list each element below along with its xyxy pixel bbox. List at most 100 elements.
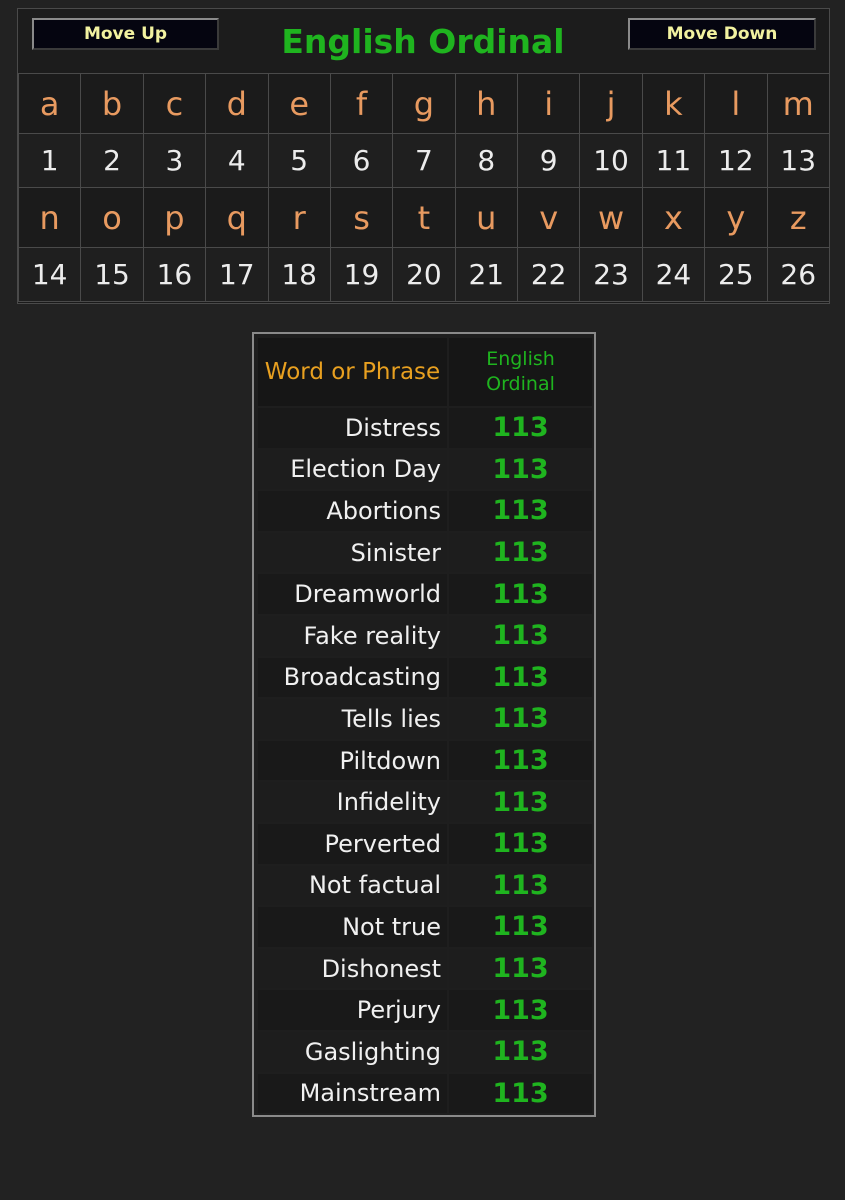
- result-word[interactable]: Dishonest: [258, 948, 447, 989]
- result-word[interactable]: Gaslighting: [258, 1031, 447, 1072]
- cipher-letter-cell: i: [516, 73, 581, 134]
- cipher-letter-row: nopqrstuvwxyz: [17, 187, 830, 248]
- result-value: 113: [449, 1031, 592, 1072]
- cipher-value-cell: 5: [267, 133, 331, 188]
- move-up-button[interactable]: Move Up: [32, 18, 219, 50]
- result-row[interactable]: Tells lies 113: [258, 699, 592, 739]
- cipher-value-cell: 23: [579, 247, 643, 302]
- cipher-value-cell: 24: [641, 247, 706, 302]
- result-word[interactable]: Piltdown: [258, 740, 447, 781]
- result-value: 113: [449, 990, 592, 1030]
- cipher-value-cell: 6: [329, 133, 394, 188]
- result-value: 113: [449, 615, 592, 656]
- cipher-letter-row: abcdefghijklm: [17, 73, 830, 134]
- cipher-value-cell: 3: [142, 133, 207, 188]
- cipher-letter-cell: l: [704, 73, 768, 134]
- result-word[interactable]: Perverted: [258, 823, 447, 864]
- cipher-letter-cell: n: [17, 187, 82, 248]
- cipher-title: English Ordinal: [281, 22, 565, 61]
- result-row[interactable]: Infidelity 113: [258, 782, 592, 822]
- result-value: 113: [449, 865, 592, 906]
- cipher-column-header: English Ordinal: [449, 338, 592, 406]
- cipher-letter-cell: o: [80, 187, 144, 248]
- result-word[interactable]: Abortions: [258, 491, 447, 531]
- result-word[interactable]: Tells lies: [258, 699, 447, 739]
- result-row[interactable]: Perjury 113: [258, 990, 592, 1030]
- result-word[interactable]: Election Day: [258, 449, 447, 490]
- result-value: 113: [449, 532, 592, 573]
- cipher-value-cell: 9: [516, 133, 581, 188]
- cipher-value-cell: 20: [392, 247, 456, 302]
- cipher-value-cell: 13: [766, 133, 830, 188]
- result-value: 113: [449, 699, 592, 739]
- result-word[interactable]: Mainstream: [258, 1073, 447, 1114]
- cipher-letter-cell: h: [454, 73, 519, 134]
- cipher-value-cell: 12: [704, 133, 768, 188]
- result-value: 113: [449, 408, 592, 448]
- result-row[interactable]: Dreamworld 113: [258, 574, 592, 614]
- result-word[interactable]: Fake reality: [258, 615, 447, 656]
- cipher-letter-cell: m: [766, 73, 830, 134]
- cipher-value-cell: 16: [142, 247, 207, 302]
- result-row[interactable]: Mainstream 113: [258, 1073, 592, 1114]
- cipher-letter-cell: s: [329, 187, 394, 248]
- result-word[interactable]: Not true: [258, 907, 447, 947]
- cipher-letter-cell: r: [267, 187, 331, 248]
- result-row[interactable]: Piltdown 113: [258, 740, 592, 781]
- result-row[interactable]: Distress 113: [258, 408, 592, 448]
- result-row[interactable]: Not factual 113: [258, 865, 592, 906]
- cipher-column-header-line2: Ordinal: [486, 373, 555, 395]
- result-row[interactable]: Not true 113: [258, 907, 592, 947]
- result-word[interactable]: Not factual: [258, 865, 447, 906]
- result-word[interactable]: Distress: [258, 408, 447, 448]
- cipher-header: Move Up English Ordinal Move Down: [18, 9, 829, 73]
- move-down-button[interactable]: Move Down: [628, 18, 816, 50]
- result-value: 113: [449, 449, 592, 490]
- result-row[interactable]: Sinister 113: [258, 532, 592, 573]
- result-row[interactable]: Dishonest 113: [258, 948, 592, 989]
- cipher-number-row: 1 2 3 4 5 6 7 8 9 10 11 12 13: [17, 133, 830, 188]
- result-row[interactable]: Abortions 113: [258, 491, 592, 531]
- cipher-column-header-line1: English: [486, 348, 555, 370]
- result-value: 113: [449, 782, 592, 822]
- result-value: 113: [449, 491, 592, 531]
- cipher-letter-cell: b: [80, 73, 144, 134]
- result-word[interactable]: Sinister: [258, 532, 447, 573]
- result-value: 113: [449, 574, 592, 614]
- result-value: 113: [449, 740, 592, 781]
- cipher-value-cell: 2: [80, 133, 144, 188]
- cipher-letter-cell: e: [267, 73, 331, 134]
- cipher-value-cell: 19: [329, 247, 394, 302]
- cipher-value-cell: 25: [704, 247, 768, 302]
- cipher-letter-cell: y: [704, 187, 768, 248]
- cipher-letter-cell: w: [579, 187, 643, 248]
- cipher-value-cell: 22: [516, 247, 581, 302]
- cipher-value-cell: 17: [205, 247, 269, 302]
- result-row[interactable]: Fake reality 113: [258, 615, 592, 656]
- cipher-value-cell: 7: [392, 133, 456, 188]
- result-word[interactable]: Infidelity: [258, 782, 447, 822]
- cipher-letter-cell: f: [329, 73, 394, 134]
- result-word[interactable]: Dreamworld: [258, 574, 447, 614]
- cipher-value-cell: 8: [454, 133, 519, 188]
- result-row[interactable]: Perverted 113: [258, 823, 592, 864]
- cipher-value-cell: 1: [17, 133, 82, 188]
- cipher-letter-cell: j: [579, 73, 643, 134]
- result-row[interactable]: Election Day 113: [258, 449, 592, 490]
- results-panel: Word or Phrase English Ordinal Distress 1…: [252, 332, 596, 1117]
- cipher-letter-cell: d: [205, 73, 269, 134]
- cipher-value-cell: 18: [267, 247, 331, 302]
- cipher-letter-cell: x: [641, 187, 706, 248]
- cipher-value-cell: 15: [80, 247, 144, 302]
- cipher-letter-cell: a: [17, 73, 82, 134]
- result-row[interactable]: Gaslighting 113: [258, 1031, 592, 1072]
- cipher-letter-cell: k: [641, 73, 706, 134]
- result-row[interactable]: Broadcasting 113: [258, 657, 592, 698]
- cipher-chart: a b c d e f g h i j k l m 1 2 3 4 5 6 7 8 9 10 11 12 13 n o p q r s t u v w…: [17, 73, 830, 302]
- cipher-letter-cell: z: [766, 187, 830, 248]
- result-word[interactable]: Perjury: [258, 990, 447, 1030]
- result-word[interactable]: Broadcasting: [258, 657, 447, 698]
- results-table: Word or Phrase English Ordinal Distress 1…: [256, 336, 594, 1115]
- cipher-value-cell: 26: [766, 247, 830, 302]
- cipher-letter-cell: c: [142, 73, 207, 134]
